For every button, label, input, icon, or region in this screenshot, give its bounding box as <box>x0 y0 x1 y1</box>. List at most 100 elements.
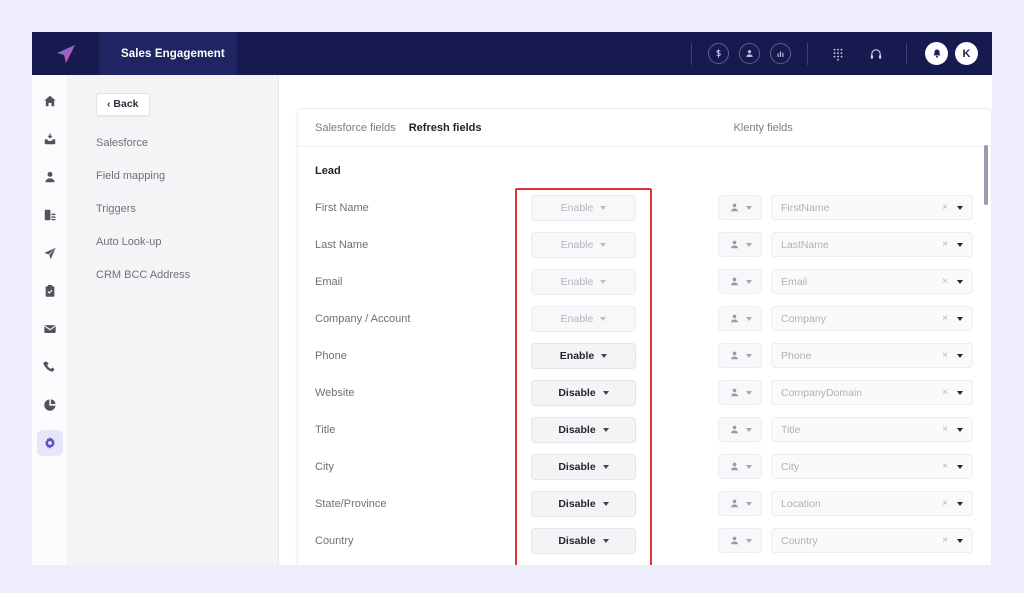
table-row: First Name Enable FirstName × <box>298 189 991 226</box>
clear-icon[interactable]: × <box>942 498 948 509</box>
salesforce-field-name: Title <box>315 423 336 436</box>
table-row: MobileDisableCompanyPhone× <box>298 559 991 565</box>
clear-icon[interactable]: × <box>942 239 948 250</box>
sidebar-item-tasks[interactable] <box>37 278 63 304</box>
brand-title-panel: Sales Engagement <box>99 32 237 75</box>
field-type-dropdown[interactable] <box>718 380 762 405</box>
sidebar-item-analytics[interactable] <box>37 392 63 418</box>
clear-icon[interactable]: × <box>942 313 948 324</box>
table-row: Country Disable Country × <box>298 522 991 559</box>
clear-icon[interactable]: × <box>942 276 948 287</box>
subnav-item-crm-bcc-address[interactable]: CRM BCC Address <box>96 269 278 281</box>
topbar-divider-2 <box>807 42 808 65</box>
klenty-field-select[interactable]: City × <box>771 454 973 479</box>
person-icon <box>730 277 738 286</box>
person-icon <box>730 536 738 545</box>
sidebar-item-home[interactable] <box>37 88 63 114</box>
sidebar-item-prospects[interactable] <box>37 164 63 190</box>
field-type-dropdown[interactable] <box>718 491 762 516</box>
field-type-dropdown[interactable] <box>718 306 762 331</box>
field-type-dropdown[interactable] <box>718 195 762 220</box>
salesforce-field-name: Company / Account <box>315 312 411 325</box>
user-icon[interactable] <box>739 43 760 64</box>
clear-icon[interactable]: × <box>942 387 948 398</box>
brand-logo[interactable] <box>32 32 99 75</box>
clear-icon[interactable]: × <box>942 461 948 472</box>
dollar-icon[interactable] <box>708 43 729 64</box>
person-icon <box>730 425 738 434</box>
field-type-dropdown[interactable] <box>718 528 762 553</box>
refresh-fields-button[interactable]: Refresh fields <box>409 122 482 134</box>
field-type-dropdown[interactable] <box>718 343 762 368</box>
analytics-icon[interactable] <box>770 43 791 64</box>
field-type-dropdown[interactable] <box>718 232 762 257</box>
klenty-field-select[interactable]: FirstName × <box>771 195 973 220</box>
clear-icon[interactable]: × <box>942 535 948 546</box>
paper-plane-logo-icon <box>56 44 75 63</box>
sidebar-item-reports[interactable] <box>37 202 63 228</box>
chevron-down-icon <box>957 242 963 247</box>
enable-disable-dropdown[interactable]: Enable <box>531 268 636 295</box>
table-row: State/Province Disable Location × <box>298 485 991 522</box>
clear-icon[interactable]: × <box>942 350 948 361</box>
klenty-field-select[interactable]: Title × <box>771 417 973 442</box>
sidebar-item-email[interactable] <box>37 316 63 342</box>
klenty-field-value: Country <box>781 534 818 547</box>
headset-icon[interactable] <box>865 43 887 65</box>
subnav-item-salesforce[interactable]: Salesforce <box>96 137 278 149</box>
chevron-down-icon <box>957 538 963 543</box>
toggle-label: Enable <box>560 275 594 288</box>
person-icon <box>730 203 738 212</box>
enable-disable-dropdown[interactable]: Enable <box>531 231 636 258</box>
chevron-down-icon <box>602 390 609 395</box>
top-bar: Sales Engagement K <box>32 32 992 75</box>
klenty-field-select[interactable]: Email × <box>771 269 973 294</box>
field-type-dropdown[interactable] <box>718 269 762 294</box>
toggle-label: Disable <box>558 460 596 473</box>
salesforce-field-name: Last Name <box>315 238 369 251</box>
left-icon-rail <box>32 75 68 565</box>
chevron-down-icon <box>602 538 609 543</box>
enable-disable-dropdown[interactable]: Enable <box>531 194 636 221</box>
field-type-dropdown[interactable] <box>718 454 762 479</box>
enable-disable-dropdown[interactable]: Disable <box>531 490 636 517</box>
table-row: City Disable City × <box>298 448 991 485</box>
klenty-field-select[interactable]: Location × <box>771 491 973 516</box>
clear-icon[interactable]: × <box>942 202 948 213</box>
chevron-down-icon <box>745 501 752 506</box>
chevron-down-icon <box>602 501 609 506</box>
enable-disable-dropdown[interactable]: Disable <box>531 527 636 554</box>
enable-disable-dropdown[interactable]: Disable <box>531 416 636 443</box>
sidebar-item-inbox[interactable] <box>37 126 63 152</box>
bell-icon[interactable] <box>925 42 948 65</box>
dialpad-icon[interactable] <box>827 43 849 65</box>
enable-disable-dropdown[interactable]: Enable <box>531 342 636 369</box>
subnav-item-field-mapping[interactable]: Field mapping <box>96 170 278 182</box>
klenty-field-value: FirstName <box>781 201 830 214</box>
clear-icon[interactable]: × <box>942 424 948 435</box>
klenty-field-select[interactable]: Company × <box>771 306 973 331</box>
sidebar-item-calls[interactable] <box>37 354 63 380</box>
vertical-scrollbar[interactable] <box>984 145 988 205</box>
klenty-field-select[interactable]: LastName × <box>771 232 973 257</box>
sidebar-item-cadences[interactable] <box>37 240 63 266</box>
klenty-field-select[interactable]: Phone × <box>771 343 973 368</box>
klenty-field-select[interactable]: CompanyDomain × <box>771 380 973 405</box>
subnav-item-triggers[interactable]: Triggers <box>96 203 278 215</box>
enable-disable-dropdown[interactable]: Disable <box>531 564 636 565</box>
enable-disable-dropdown[interactable]: Disable <box>531 379 636 406</box>
sidebar-item-settings[interactable] <box>36 430 63 456</box>
field-mapping-rows: First Name Enable FirstName × Last Name Enabl… <box>298 177 991 565</box>
table-row: Last Name Enable LastName × <box>298 226 991 263</box>
enable-disable-dropdown[interactable]: Enable <box>531 305 636 332</box>
klenty-field-select[interactable]: Country × <box>771 528 973 553</box>
enable-disable-dropdown[interactable]: Disable <box>531 453 636 480</box>
avatar[interactable]: K <box>955 42 978 65</box>
chevron-down-icon <box>745 279 752 284</box>
toggle-label: Disable <box>558 386 596 399</box>
back-button[interactable]: ‹ Back <box>96 93 150 116</box>
subnav-item-auto-lookup[interactable]: Auto Look-up <box>96 236 278 248</box>
field-type-dropdown[interactable] <box>718 417 762 442</box>
salesforce-field-name: City <box>315 460 334 473</box>
chevron-down-icon <box>957 501 963 506</box>
